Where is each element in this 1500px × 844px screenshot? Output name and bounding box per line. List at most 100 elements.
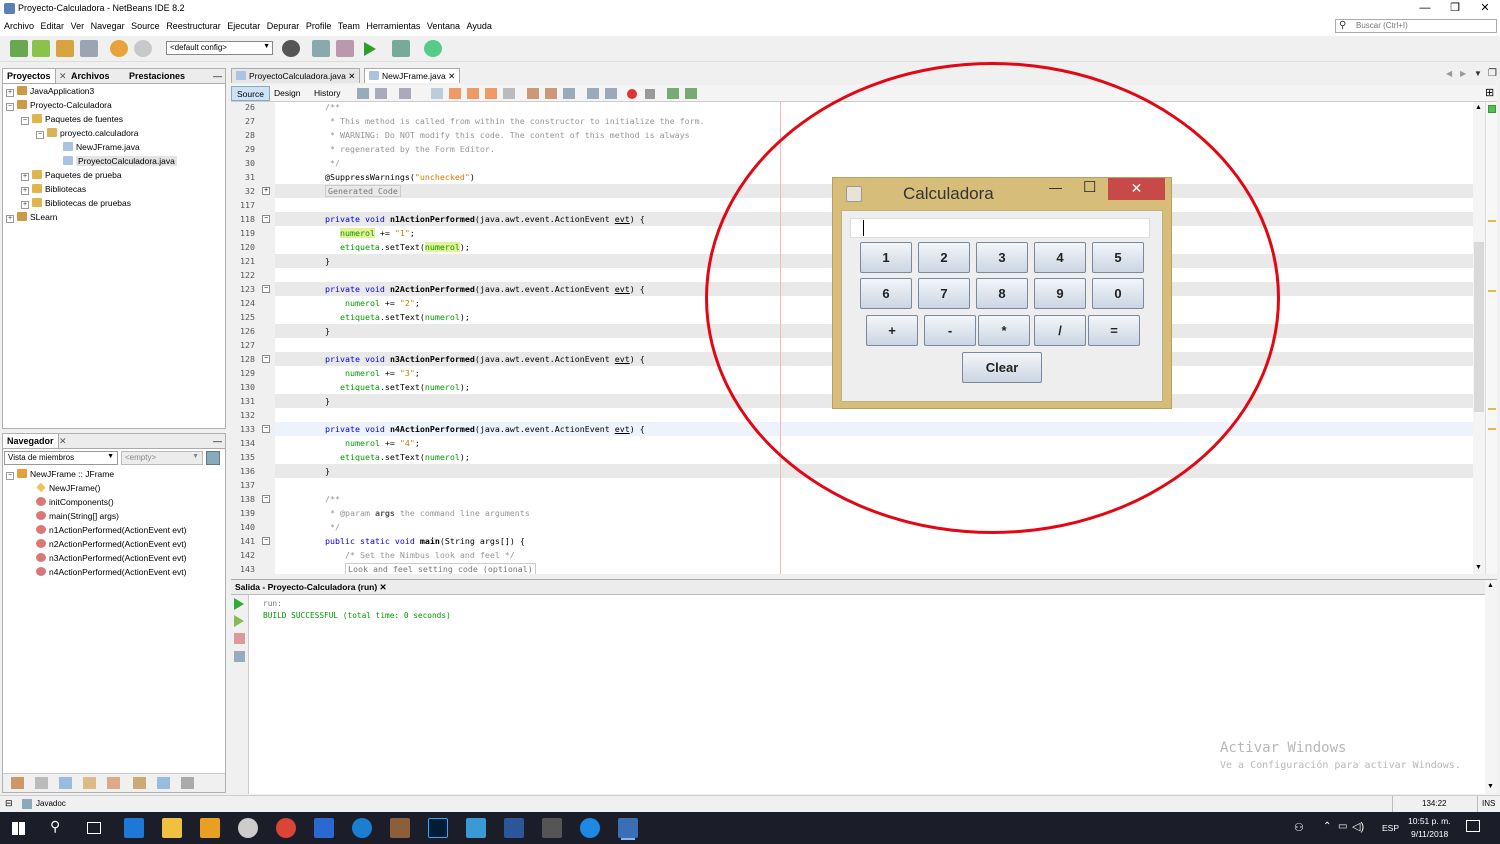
clear-button[interactable]: Clear (962, 352, 1042, 383)
last-edit-icon[interactable] (399, 88, 411, 99)
tree-item-javaapplication3[interactable]: + JavaApplication3 (6, 85, 94, 98)
photoshop-icon[interactable] (428, 818, 448, 838)
collapse-icon[interactable]: − (21, 117, 29, 125)
find-icon[interactable] (431, 88, 443, 99)
find-prev-icon[interactable] (449, 88, 461, 99)
app-icon[interactable] (238, 818, 258, 838)
comment-icon[interactable] (667, 88, 679, 99)
close-icon[interactable]: ✕ (348, 71, 355, 81)
key-0-button[interactable]: 0 (1092, 278, 1144, 309)
expand-icon[interactable]: + (6, 215, 14, 223)
scroll-up-icon[interactable]: ▲ (1475, 104, 1482, 111)
find-next-icon[interactable] (467, 88, 479, 99)
show-hidden-icons[interactable]: ⌃ (1323, 821, 1331, 832)
volume-icon[interactable]: ◁) (1352, 820, 1364, 833)
search-icon[interactable]: ⚲ (50, 818, 60, 835)
redo-icon[interactable] (134, 40, 152, 57)
editor-vertical-scrollbar[interactable]: ▲ ▼ (1473, 102, 1485, 574)
output-scrollbar[interactable]: ▲ ▼ (1485, 580, 1497, 794)
language-indicator[interactable]: ESP (1382, 823, 1399, 833)
expand-icon[interactable]: ⊟ (5, 798, 13, 809)
menu-source[interactable]: Source (129, 18, 162, 34)
view-history-button[interactable]: History (309, 86, 345, 101)
show-opened-documents-icon[interactable]: ▼ (1474, 69, 1482, 78)
scroll-tabs-left-icon[interactable]: ◀ (1446, 69, 1452, 78)
tab-output[interactable]: Salida - Proyecto-Calculadora (run) ✕ (231, 580, 391, 594)
mark-occurrence-icon[interactable] (1488, 428, 1496, 430)
collapse-icon[interactable]: − (6, 472, 14, 480)
fold-collapse-icon[interactable]: − (262, 495, 270, 503)
split-editor-icon[interactable]: ⊞ (1485, 86, 1494, 99)
tab-archivos[interactable]: Archivos (67, 69, 114, 83)
minimize-panel-icon[interactable]: — (209, 69, 226, 83)
subtract-button[interactable]: - (924, 315, 976, 346)
menu-ventana[interactable]: Ventana (425, 18, 462, 34)
nav-item-class[interactable]: − NewJFrame :: JFrame (6, 468, 114, 481)
menu-profile[interactable]: Profile (304, 18, 334, 34)
prev-bookmark-icon[interactable] (527, 88, 539, 99)
rerun-with-options-icon[interactable] (234, 615, 244, 627)
fields-filter-icon[interactable] (11, 777, 24, 789)
tree-item-bibliotecas-pruebas[interactable]: + Bibliotecas de pruebas (21, 197, 131, 210)
tab-proyectos[interactable]: Proyectos (3, 69, 56, 83)
toggle-highlight-icon[interactable] (503, 88, 515, 99)
key-7-button[interactable]: 7 (918, 278, 970, 309)
view-select[interactable]: Vista de miembros ▼ (4, 451, 118, 465)
tree-item-bibliotecas[interactable]: + Bibliotecas (21, 183, 86, 196)
stop-icon[interactable] (234, 633, 245, 644)
collapse-icon[interactable]: − (6, 103, 14, 111)
app-icon[interactable] (580, 818, 600, 838)
nav-item-constructor[interactable]: NewJFrame() (36, 482, 100, 495)
close-icon[interactable]: ✕ (380, 582, 387, 592)
app-icon[interactable] (314, 818, 334, 838)
javadoc-label[interactable]: Javadoc (36, 799, 66, 808)
inherited-filter-icon[interactable] (83, 777, 96, 789)
app-icon[interactable] (352, 818, 372, 838)
nav-item-method[interactable]: n2ActionPerformed(ActionEvent evt) (36, 538, 186, 551)
tab-close-icon[interactable]: ✕ (55, 434, 71, 448)
fold-collapse-icon[interactable]: − (262, 425, 270, 433)
expand-icon[interactable]: + (6, 89, 14, 97)
filter-select[interactable]: <empty> ▼ (121, 451, 203, 465)
forward-icon[interactable] (375, 88, 387, 99)
new-project-icon[interactable] (32, 40, 50, 57)
key-2-button[interactable]: 2 (918, 242, 970, 273)
menu-archivo[interactable]: Archivo (2, 18, 36, 34)
nav-item-method[interactable]: initComponents() (36, 496, 114, 509)
build-target-icon[interactable] (282, 40, 300, 57)
debug-icon[interactable] (392, 40, 410, 57)
menu-editar[interactable]: Editar (39, 18, 67, 34)
tab-prestaciones[interactable]: Prestaciones (125, 69, 189, 83)
rerun-icon[interactable] (234, 598, 244, 610)
fold-collapse-icon[interactable]: − (262, 215, 270, 223)
open-project-icon[interactable] (56, 40, 74, 57)
save-all-icon[interactable] (80, 40, 98, 57)
tree-item-paquetes-prueba[interactable]: + Paquetes de prueba (21, 169, 122, 182)
clean-build-icon[interactable] (336, 40, 354, 57)
scroll-tabs-right-icon[interactable]: ▶ (1460, 69, 1466, 78)
nonpublic-filter-icon[interactable] (59, 777, 72, 789)
tree-item-proyecto-calculadora[interactable]: − Proyecto-Calculadora (6, 99, 112, 112)
output-console[interactable]: run: BUILD SUCCESSFUL (total time: 0 sec… (249, 595, 1497, 794)
new-file-icon[interactable] (10, 40, 28, 57)
clock-date[interactable]: 9/11/2018 (1411, 829, 1448, 839)
build-icon[interactable] (312, 40, 330, 57)
uncomment-icon[interactable] (685, 88, 697, 99)
menu-navegar[interactable]: Navegar (89, 18, 127, 34)
tree-item-paquetes-fuentes[interactable]: − Paquetes de fuentes (21, 113, 123, 126)
maximize-button[interactable]: ❐ (1440, 0, 1470, 18)
app-icon[interactable] (390, 818, 410, 838)
menu-ayuda[interactable]: Ayuda (464, 18, 493, 34)
tree-item-slearn[interactable]: + SLearn (6, 211, 57, 224)
start-macro-icon[interactable] (627, 89, 637, 99)
nav-item-method[interactable]: n4ActionPerformed(ActionEvent evt) (36, 566, 186, 579)
action-center-icon[interactable] (1466, 820, 1480, 832)
nav-item-method[interactable]: main(String[] args) (36, 510, 119, 523)
expand-icon[interactable]: + (21, 187, 29, 195)
display-field[interactable] (850, 218, 1150, 238)
clock-time[interactable]: 10:51 p. m. (1408, 816, 1451, 826)
scroll-down-icon[interactable]: ▼ (1487, 783, 1494, 790)
minimize-button[interactable]: — (1410, 0, 1440, 18)
edge-icon[interactable] (124, 818, 144, 838)
undo-icon[interactable] (110, 40, 128, 57)
